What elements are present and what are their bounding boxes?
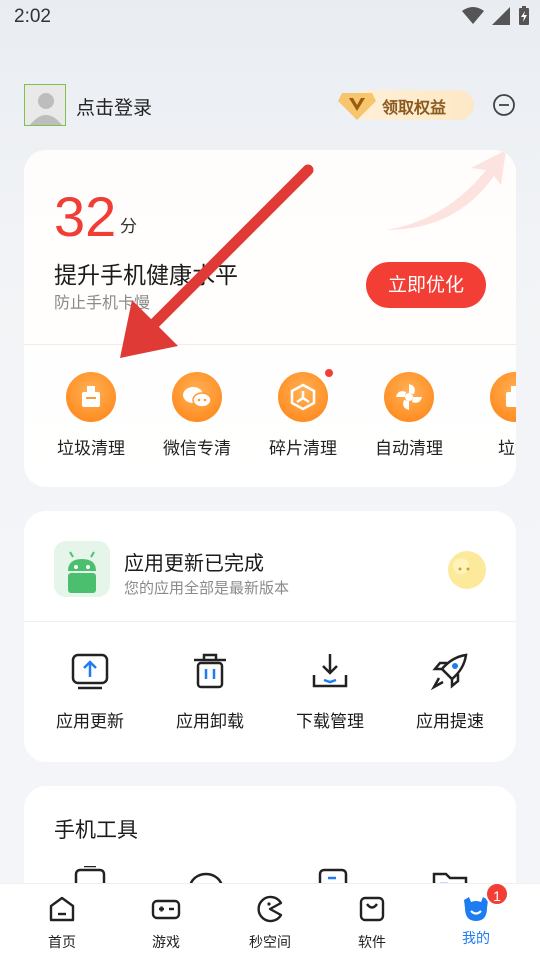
profile-row: 点击登录 领取权益 [24,84,516,128]
tool-label: 垃圾清理 [57,439,125,459]
notification-dot [324,368,334,378]
nav-label: 首页 [48,935,76,951]
nav-label: 我的 [462,931,490,947]
nav-space[interactable]: 秒空间 [230,894,310,952]
health-score-unit: 分 [120,217,137,237]
divider [24,344,516,345]
nav-games[interactable]: 游戏 [126,894,206,952]
login-link[interactable]: 点击登录 [76,93,152,120]
app-actions-row: 应用更新 应用卸载 下载管理 应用提速 [24,651,516,741]
fragment-icon [278,368,334,422]
tool-trash-clean[interactable]: 垃圾清理 [38,372,144,459]
vip-badge-icon [338,93,376,120]
status-time: 2:02 [14,6,51,27]
nav-software[interactable]: 软件 [332,894,412,952]
uninstall-icon [194,653,226,689]
app-action-label: 应用更新 [56,712,124,732]
update-title: 应用更新已完成 [124,551,264,575]
trash-clean-icon [66,372,116,422]
update-icon [71,653,109,690]
health-subtitle: 防止手机卡慢 [54,293,151,312]
health-score: 32 [54,185,117,248]
profile-icon: 1 [461,882,509,924]
vip-benefits-button[interactable]: 领取权益 [338,90,474,120]
app-speedup-action[interactable]: 应用提速 [390,651,510,732]
tool-auto-clean[interactable]: 自动清理 [356,372,462,459]
health-card: 32 分 提升手机健康水平 防止手机卡慢 立即优化 垃圾清理 微信专清 碎片清理 [24,150,516,487]
download-icon [312,654,348,688]
tool-label: 微信专清 [163,439,231,459]
wechat-icon [172,372,222,422]
tool-label: 自动清理 [375,439,443,459]
tool-label: 碎片清理 [269,439,337,459]
rocket-icon [430,653,468,691]
app-update-card: 应用更新已完成 您的应用全部是最新版本 应用更新 应用卸载 下载管理 应用提速 [24,511,516,762]
app-uninstall-action[interactable]: 应用卸载 [150,651,270,732]
wifi-icon [462,7,484,24]
download-manage-action[interactable]: 下载管理 [270,651,390,732]
tool-wechat-clean[interactable]: 微信专清 [144,372,250,459]
gamepad-icon [151,899,181,920]
notification-badge: 1 [485,882,509,906]
bag-icon [359,896,385,922]
trash-clean-icon [490,372,516,422]
update-subtitle: 您的应用全部是最新版本 [124,579,290,597]
minus-circle-icon[interactable] [492,93,516,117]
nav-home[interactable]: 首页 [22,894,102,952]
nav-label: 软件 [358,935,386,951]
app-action-label: 应用卸载 [176,712,244,732]
decorative-arrow-icon [386,150,506,230]
tool-trash-clean-2[interactable]: 垃圾 [462,372,516,459]
nav-label: 秒空间 [249,935,291,951]
auto-clean-icon [384,372,434,422]
battery-charging-icon [519,6,529,25]
app-action-label: 下载管理 [296,712,364,732]
signal-icon [492,7,510,25]
app-action-label: 应用提速 [416,712,484,732]
nav-mine[interactable]: 1 我的 [436,882,516,948]
vip-label: 领取权益 [382,98,447,117]
status-bar: 2:02 [0,0,540,38]
health-title: 提升手机健康水平 [54,263,238,289]
bottom-nav: 首页 游戏 秒空间 软件 1 我的 [0,882,540,960]
pacman-icon [257,895,283,923]
optimize-button[interactable]: 立即优化 [366,262,486,308]
tool-label: 垃圾 [498,439,516,459]
app-update-action[interactable]: 应用更新 [30,651,150,732]
home-icon [49,896,75,922]
android-icon [54,541,110,597]
tool-fragment-clean[interactable]: 碎片清理 [250,368,356,459]
divider [24,621,516,622]
nav-label: 游戏 [152,935,180,951]
clean-tools-row: 垃圾清理 微信专清 碎片清理 自动清理 垃圾 [24,368,516,462]
phone-tools-title: 手机工具 [54,818,138,842]
avatar[interactable] [24,84,66,126]
moon-icon [448,551,486,589]
